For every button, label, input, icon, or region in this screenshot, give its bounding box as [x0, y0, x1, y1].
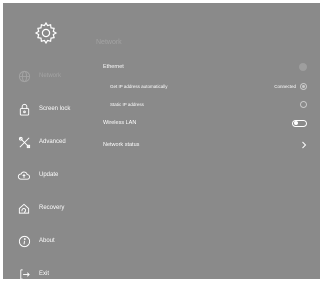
globe-icon	[17, 69, 31, 83]
chevron-right-icon	[302, 141, 307, 149]
settings-gear-icon	[34, 21, 58, 45]
recovery-icon	[17, 201, 31, 215]
sidebar-item-label: Screen lock	[39, 106, 71, 112]
network-status-label: Network status	[103, 142, 140, 148]
sidebar-item-label: Recovery	[39, 205, 65, 211]
sidebar-item-advanced[interactable]: Advanced	[3, 128, 90, 156]
static-ip-row[interactable]: Static IP address	[110, 99, 307, 109]
page-title: Network	[96, 39, 122, 46]
static-ip-label: Static IP address	[110, 101, 144, 107]
wireless-lan-label: Wireless LAN	[103, 120, 137, 126]
sidebar-item-update[interactable]: Update	[3, 161, 90, 189]
sidebar-item-network[interactable]: Network	[3, 62, 90, 90]
info-icon	[17, 234, 31, 248]
exit-icon	[17, 267, 31, 279]
ip-auto-row[interactable]: Get IP address automatically Connected	[110, 81, 307, 91]
sidebar-item-exit[interactable]: Exit	[3, 260, 90, 279]
sidebar-item-label: About	[39, 238, 55, 244]
ip-auto-label: Get IP address automatically	[110, 83, 168, 89]
network-panel: Network Ethernet Get IP address automati…	[91, 3, 320, 279]
settings-window: Network Screen lock Advanced Update Reco	[3, 3, 320, 279]
tools-icon	[17, 135, 31, 149]
sidebar-item-recovery[interactable]: Recovery	[3, 194, 90, 222]
ip-auto-radio[interactable]	[300, 82, 307, 90]
wireless-lan-row[interactable]: Wireless LAN	[103, 118, 307, 128]
network-status-row[interactable]: Network status	[103, 139, 307, 151]
lock-icon	[17, 102, 31, 116]
sidebar-item-screen-lock[interactable]: Screen lock	[3, 95, 90, 123]
static-ip-radio[interactable]	[300, 100, 307, 108]
wireless-lan-toggle[interactable]	[292, 119, 307, 127]
sidebar-item-about[interactable]: About	[3, 227, 90, 255]
sidebar-item-label: Network	[39, 73, 62, 79]
cloud-upload-icon	[17, 168, 31, 182]
sidebar: Network Screen lock Advanced Update Reco	[3, 3, 90, 279]
ethernet-row[interactable]: Ethernet	[103, 62, 307, 72]
ethernet-label: Ethernet	[103, 64, 124, 70]
sidebar-item-label: Advanced	[39, 139, 66, 145]
ethernet-toggle[interactable]	[299, 63, 307, 71]
connection-status: Connected	[274, 83, 296, 89]
sidebar-item-label: Update	[39, 172, 59, 178]
sidebar-item-label: Exit	[39, 271, 50, 277]
